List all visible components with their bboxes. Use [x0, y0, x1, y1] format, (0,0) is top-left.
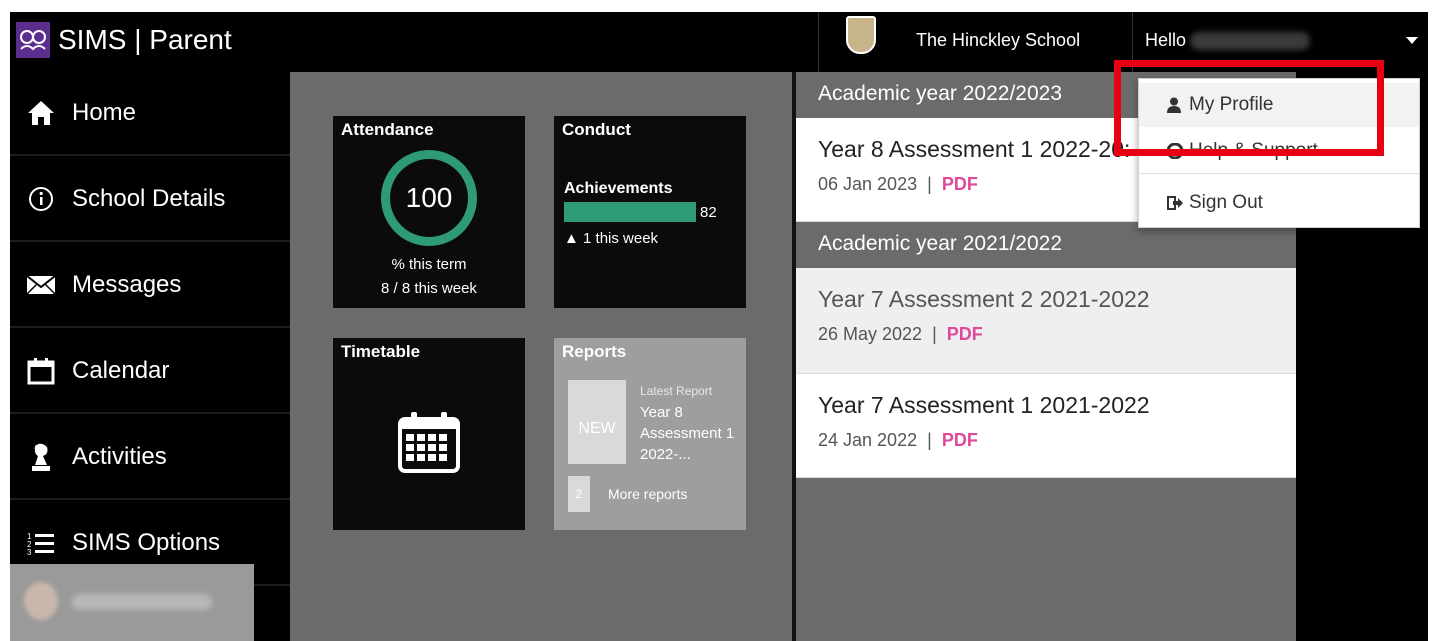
- pdf-link[interactable]: PDF: [947, 324, 983, 344]
- achievements-bar: [564, 202, 696, 222]
- sidebar-item-label: Calendar: [72, 357, 170, 384]
- report-row[interactable]: Year 7 Assessment 2 2021-2022 26 May 202…: [796, 268, 1296, 374]
- attendance-tile[interactable]: Attendance 100 % this term 8 / 8 this we…: [333, 116, 525, 308]
- child-name-redacted: [72, 594, 212, 610]
- tile-title: Conduct: [562, 120, 631, 139]
- report-date: 26 May 2022: [818, 324, 923, 344]
- report-meta: 26 May 2022 | PDF: [818, 324, 983, 345]
- more-reports-count: 2: [575, 487, 583, 501]
- sidebar-item-calendar[interactable]: Calendar: [10, 330, 290, 414]
- sidebar-item-activities[interactable]: Activities: [10, 416, 290, 500]
- tile-title: Attendance: [341, 120, 434, 139]
- sidebar-item-home[interactable]: Home: [10, 72, 290, 156]
- timetable-tile[interactable]: Timetable: [333, 338, 525, 530]
- sidebar-item-label: Messages: [72, 271, 182, 298]
- conduct-tile[interactable]: Conduct Achievements 82 ▲ 1 this week: [554, 116, 746, 308]
- school-name[interactable]: The Hinckley School: [916, 30, 1080, 51]
- report-meta: 24 Jan 2022 | PDF: [818, 430, 978, 451]
- document-icon: 2: [568, 476, 590, 512]
- report-date: 24 Jan 2022: [818, 430, 918, 450]
- sign-out-icon: [1167, 196, 1185, 210]
- academic-year-header: Academic year 2021/2022: [796, 222, 1296, 268]
- chevron-down-icon[interactable]: [1406, 37, 1418, 44]
- sidebar: Home School Details Messages Calendar Ac…: [10, 72, 290, 641]
- more-reports-link[interactable]: More reports: [608, 486, 687, 502]
- home-icon: [26, 98, 56, 128]
- report-meta: 06 Jan 2023 | PDF: [818, 174, 978, 195]
- report-title[interactable]: Year 7 Assessment 2 2021-2022: [818, 286, 1150, 313]
- sidebar-item-label: Home: [72, 99, 137, 126]
- menu-item-label: Sign Out: [1189, 192, 1263, 213]
- annotation-highlight-box: [1114, 60, 1384, 156]
- menu-item-sign-out[interactable]: Sign Out: [1139, 181, 1419, 225]
- separator: |: [927, 430, 932, 450]
- new-badge: NEW: [578, 420, 616, 437]
- attendance-term-label: % this term: [391, 256, 467, 273]
- list-icon: 123: [26, 528, 56, 558]
- report-title[interactable]: Year 8 Assessment 1 2022-20:: [818, 136, 1130, 163]
- user-greeting[interactable]: Hello: [1145, 30, 1186, 51]
- report-row[interactable]: Year 7 Assessment 1 2021-2022 24 Jan 202…: [796, 374, 1296, 478]
- document-icon: NEW: [568, 380, 626, 464]
- reports-tile[interactable]: Reports NEW Latest Report Year 8 Assessm…: [554, 338, 746, 530]
- achievements-value: 82: [700, 204, 717, 221]
- sidebar-item-school-details[interactable]: School Details: [10, 158, 290, 242]
- attendance-week-label: 8 / 8 this week: [381, 280, 477, 297]
- separator: |: [932, 324, 937, 344]
- sidebar-item-label: Activities: [72, 443, 167, 470]
- envelope-icon: [26, 270, 56, 300]
- achievements-week-change: ▲ 1 this week: [564, 230, 659, 247]
- latest-report-title[interactable]: Year 8 Assessment 1 2022-...: [640, 402, 740, 465]
- app-title[interactable]: SIMS | Parent: [58, 24, 232, 56]
- attendance-ring: 100: [381, 150, 477, 246]
- pdf-link[interactable]: PDF: [942, 174, 978, 194]
- app-frame: SIMS | Parent The Hinckley School Hello …: [10, 12, 1428, 641]
- header-divider: [818, 12, 819, 72]
- svg-text:3: 3: [27, 548, 32, 556]
- achievements-label: Achievements: [564, 180, 673, 197]
- sidebar-item-messages[interactable]: Messages: [10, 244, 290, 328]
- school-crest-icon: [846, 16, 876, 54]
- calendar-icon: [398, 412, 460, 473]
- sims-logo-icon[interactable]: [16, 22, 50, 58]
- sidebar-item-label: School Details: [72, 185, 226, 212]
- chess-piece-icon: [26, 442, 56, 472]
- sidebar-item-label: SIMS Options: [72, 529, 221, 556]
- tile-title: Reports: [562, 342, 627, 361]
- pdf-link[interactable]: PDF: [942, 430, 978, 450]
- report-date: 06 Jan 2023: [818, 174, 918, 194]
- calendar-icon: [26, 356, 56, 386]
- avatar: [24, 582, 58, 620]
- latest-report-label: Latest Report: [640, 384, 713, 398]
- tile-title: Timetable: [341, 342, 421, 361]
- child-profile-card[interactable]: [10, 564, 254, 641]
- report-title[interactable]: Year 7 Assessment 1 2021-2022: [818, 392, 1150, 419]
- dashboard-tiles: Attendance 100 % this term 8 / 8 this we…: [290, 72, 792, 641]
- menu-divider: [1139, 173, 1419, 174]
- attendance-value: 100: [405, 182, 453, 213]
- user-name-redacted: [1190, 32, 1310, 50]
- separator: |: [927, 174, 932, 194]
- info-icon: [26, 184, 56, 214]
